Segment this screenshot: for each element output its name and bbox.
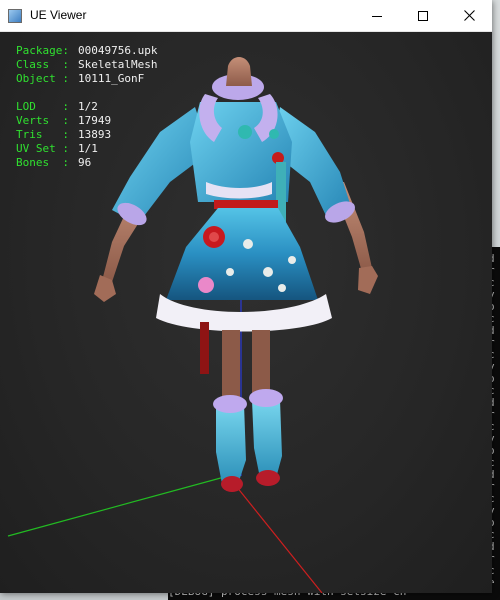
chest-knot <box>238 125 252 139</box>
info-bones-row: Bones : 96 <box>16 156 157 170</box>
ue-viewer-window[interactable]: UE Viewer Package: 00049756.upk Class: … <box>0 0 492 593</box>
x-axis-line <box>227 475 323 593</box>
info-lod-row: LOD : 1/2 <box>16 100 157 114</box>
3d-viewport[interactable]: Package: 00049756.upk Class : SkeletalMesh… <box>0 32 492 593</box>
red-belt <box>214 200 278 209</box>
right-hand <box>358 266 378 294</box>
y-axis-line <box>7 475 229 537</box>
info-verts-value: 17949 <box>78 114 112 127</box>
info-bones-label: Bones : <box>16 156 69 169</box>
red-tassel <box>200 322 209 374</box>
info-uvset-row: UV Set : 1/1 <box>16 142 157 156</box>
right-boot <box>252 400 282 478</box>
app-icon <box>8 9 22 23</box>
info-class-row: Class : SkeletalMesh <box>16 58 157 72</box>
neck <box>226 57 252 86</box>
minimize-button[interactable] <box>354 0 400 31</box>
minimize-icon <box>372 15 382 17</box>
info-lod-label: LOD : <box>16 100 69 113</box>
info-object-value: 10111_GonF <box>78 72 145 85</box>
info-object-row: Object : 10111_GonF <box>16 72 157 86</box>
info-verts-row: Verts : 17949 <box>16 114 157 128</box>
info-tris-value: 13893 <box>78 128 112 141</box>
red-knot-charm-center <box>209 232 219 242</box>
skirt-flower-2 <box>263 267 273 277</box>
skirt-flower-1 <box>243 239 253 249</box>
left-boot-fur <box>213 395 247 413</box>
close-button[interactable] <box>446 0 492 31</box>
info-tris-row: Tris : 13893 <box>16 128 157 142</box>
window-title: UE Viewer <box>30 8 87 22</box>
left-shoe <box>221 476 243 492</box>
info-tris-label: Tris : <box>16 128 69 141</box>
info-package-row: Package: 00049756.upk <box>16 44 157 58</box>
info-uvset-value: 1/1 <box>78 142 98 155</box>
title-bar[interactable]: UE Viewer <box>0 0 492 32</box>
right-shoe <box>256 470 280 486</box>
info-bones-value: 96 <box>78 156 92 169</box>
pleated-skirt <box>166 208 318 300</box>
skirt-flower-3 <box>288 256 296 264</box>
right-boot-fur <box>249 389 283 407</box>
close-icon <box>463 10 475 21</box>
info-class-label: Class : <box>16 58 69 71</box>
info-class-value: SkeletalMesh <box>78 58 158 71</box>
skirt-flower-5 <box>278 284 286 292</box>
info-package-label: Package: <box>16 44 69 57</box>
info-package-value: 00049756.upk <box>78 44 158 57</box>
info-object-label: Object : <box>16 72 69 85</box>
left-boot <box>216 404 246 484</box>
left-leg <box>222 330 240 400</box>
chest-knot-2 <box>269 129 279 139</box>
info-verts-label: Verts : <box>16 114 69 127</box>
skirt-flower-4 <box>226 268 234 276</box>
info-lod-value: 1/2 <box>78 100 98 113</box>
pink-flower <box>198 277 214 293</box>
info-uvset-label: UV Set : <box>16 142 69 155</box>
maximize-icon <box>418 10 428 21</box>
maximize-button[interactable] <box>400 0 446 31</box>
mesh-info-overlay: Package: 00049756.upk Class : SkeletalMesh… <box>16 44 157 170</box>
